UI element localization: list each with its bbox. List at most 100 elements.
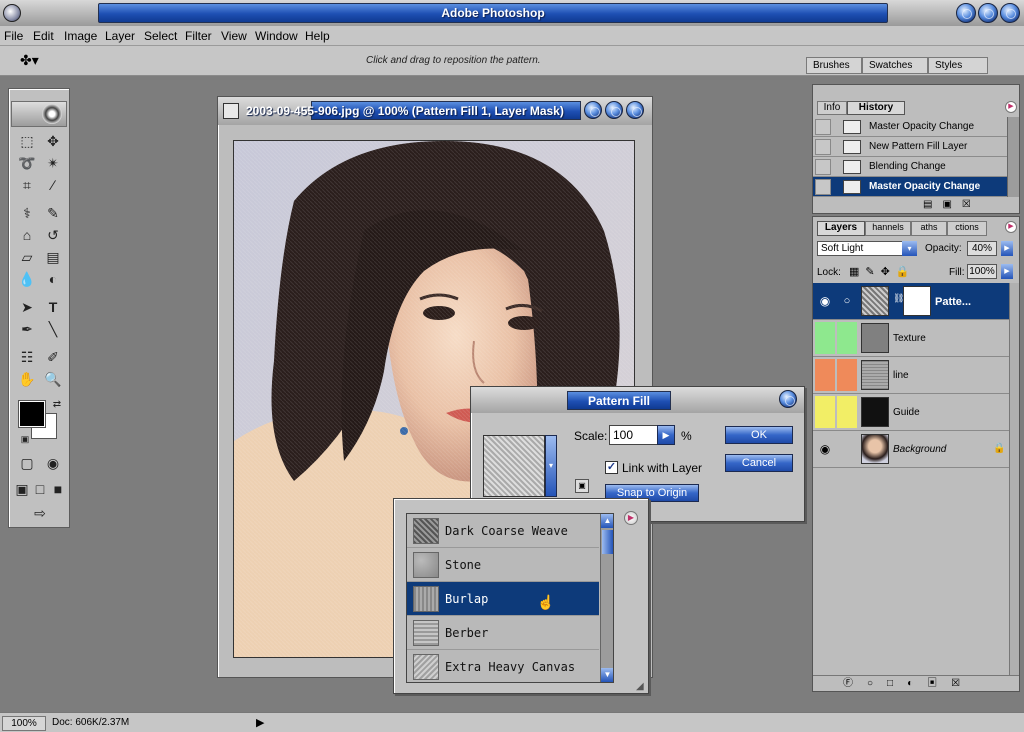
layer-row-texture[interactable]: Texture [813,320,1019,357]
pen-tool-icon[interactable]: ✒ [15,319,39,339]
pattern-picker-dropdown-icon[interactable]: ▾ [545,435,557,497]
menu-window[interactable]: Window [255,29,298,43]
document-minimize-icon[interactable] [584,101,602,119]
menu-help[interactable]: Help [305,29,330,43]
layer-row-background[interactable]: ◉ Background 🔒 [813,431,1019,468]
scroll-down-icon[interactable]: ▼ [601,668,613,682]
eyedropper-tool-icon[interactable]: ✐ [41,347,65,367]
tab-channels[interactable]: hannels [865,221,911,236]
scroll-thumb[interactable] [602,530,613,554]
minimize-icon[interactable] [956,3,976,23]
history-brush-source-box[interactable] [815,179,831,195]
history-brush-source-box[interactable] [815,119,831,135]
layer-link-icon[interactable]: ○ [837,285,857,317]
layer-link-icon[interactable] [837,322,857,354]
menu-select[interactable]: Select [144,29,177,43]
toolbox-logo[interactable] [11,101,67,127]
brush-tool-icon[interactable]: ✎ [41,203,65,223]
pattern-layer-thumbnail[interactable] [861,286,889,316]
layer-link-icon[interactable] [837,433,857,465]
dialog-close-icon[interactable] [779,390,797,408]
screen-mode-menu-icon[interactable]: □ [31,479,49,499]
move-tool-icon[interactable]: ✥ [41,131,65,151]
foreground-color-swatch[interactable] [18,400,46,428]
pattern-item-extra-heavy-canvas[interactable]: Extra Heavy Canvas [407,650,599,682]
quick-mask-mode-icon[interactable]: ◉ [41,453,65,473]
pattern-fill-titlebar[interactable]: Pattern Fill [471,387,804,413]
zoom-tool-icon[interactable]: 🔍 [41,369,65,389]
link-with-layer-checkbox[interactable]: ✓ [605,461,618,474]
layer-row-pattern-fill[interactable]: ◉ ○ ⛓ Patte... [813,283,1019,320]
picker-menu-icon[interactable]: ▶ [624,511,638,525]
maximize-icon[interactable] [978,3,998,23]
pattern-item-dark-coarse-weave[interactable]: Dark Coarse Weave [407,514,599,548]
scroll-up-icon[interactable]: ▲ [601,514,613,528]
opacity-slider-arrow-icon[interactable]: ▶ [1001,241,1013,256]
layers-menu-icon[interactable]: ▶ [1005,221,1017,233]
eye-icon[interactable] [815,359,835,391]
document-maximize-icon[interactable] [605,101,623,119]
screen-mode-standard-icon[interactable]: ▣ [13,479,31,499]
status-menu-arrow-icon[interactable]: ▶ [256,716,264,729]
history-item-selected[interactable]: Master Opacity Change [813,177,1019,197]
tab-swatches[interactable]: Swatches [862,57,928,74]
background-layer-thumbnail[interactable] [861,434,889,464]
gradient-tool-icon[interactable]: ▤ [41,247,65,267]
layer-mask-thumbnail[interactable] [903,286,931,316]
create-preset-icon[interactable]: ▣ [575,479,589,493]
lasso-tool-icon[interactable]: ➰ [15,153,39,173]
marquee-tool-icon[interactable]: ⬚ [15,131,39,151]
fill-slider-arrow-icon[interactable]: ▶ [1001,264,1013,279]
pattern-item-stone[interactable]: Stone [407,548,599,582]
tab-history[interactable]: History [847,101,905,115]
pattern-list-scrollbar[interactable]: ▲ ▼ [600,514,613,682]
tab-brushes[interactable]: Brushes [806,57,862,74]
history-item[interactable]: Blending Change [813,157,1019,177]
history-item[interactable]: New Pattern Fill Layer [813,137,1019,157]
line-tool-icon[interactable]: ╲ [41,319,65,339]
tab-styles[interactable]: Styles [928,57,988,74]
eye-icon[interactable] [815,322,835,354]
chain-icon[interactable]: ⛓ [893,293,904,309]
layer-thumbnail[interactable] [861,360,889,390]
eye-icon[interactable]: ◉ [815,433,835,465]
document-titlebar[interactable]: 2003-09-455-906.jpg @ 100% (Pattern Fill… [218,97,652,125]
healing-brush-tool-icon[interactable]: ⚕ [15,203,39,223]
tab-info[interactable]: Info [817,101,847,115]
blur-tool-icon[interactable]: 💧 [15,269,39,289]
history-menu-icon[interactable]: ▶ [1005,101,1017,113]
photoshop-app-icon[interactable] [3,4,21,22]
scale-input[interactable]: 100 [609,425,659,445]
move-tool-icon[interactable]: ✤▾ [20,52,44,70]
menu-image[interactable]: Image [64,29,97,43]
magic-wand-tool-icon[interactable]: ✴ [41,153,65,173]
layer-link-icon[interactable] [837,359,857,391]
close-icon[interactable] [1000,3,1020,23]
opacity-input[interactable]: 40% [967,241,997,256]
clone-stamp-tool-icon[interactable]: ⌂ [15,225,39,245]
history-item[interactable]: Master Opacity Change [813,117,1019,137]
type-tool-icon[interactable]: T [41,297,65,317]
blend-mode-dropdown-icon[interactable]: ▾ [902,241,917,256]
tab-layers[interactable]: Layers [817,221,865,236]
slice-tool-icon[interactable]: ∕ [41,175,65,195]
eraser-tool-icon[interactable]: ▱ [15,247,39,267]
scale-slider-arrow-icon[interactable]: ▶ [657,425,675,445]
layer-row-guide[interactable]: Guide [813,394,1019,431]
standard-mode-icon[interactable]: ▢ [15,453,39,473]
dodge-tool-icon[interactable]: ◐ [41,269,65,289]
zoom-level-field[interactable]: 100% [2,716,46,731]
layer-thumbnail[interactable] [861,397,889,427]
tab-actions[interactable]: ctions [947,221,987,236]
history-brush-tool-icon[interactable]: ↺ [41,225,65,245]
history-brush-source-box[interactable] [815,139,831,155]
pattern-item-burlap[interactable]: Burlap ☝ [407,582,599,616]
crop-tool-icon[interactable]: ⌗ [15,175,39,195]
lock-options-icons[interactable]: ▦✎✥🔒 [849,265,916,278]
eye-icon[interactable]: ◉ [815,285,835,317]
fill-input[interactable]: 100% [967,264,997,279]
swap-colors-icon[interactable]: ⇄ [45,395,69,415]
history-brush-source-box[interactable] [815,159,831,175]
menu-layer[interactable]: Layer [105,29,135,43]
cancel-button[interactable]: Cancel [725,454,793,472]
